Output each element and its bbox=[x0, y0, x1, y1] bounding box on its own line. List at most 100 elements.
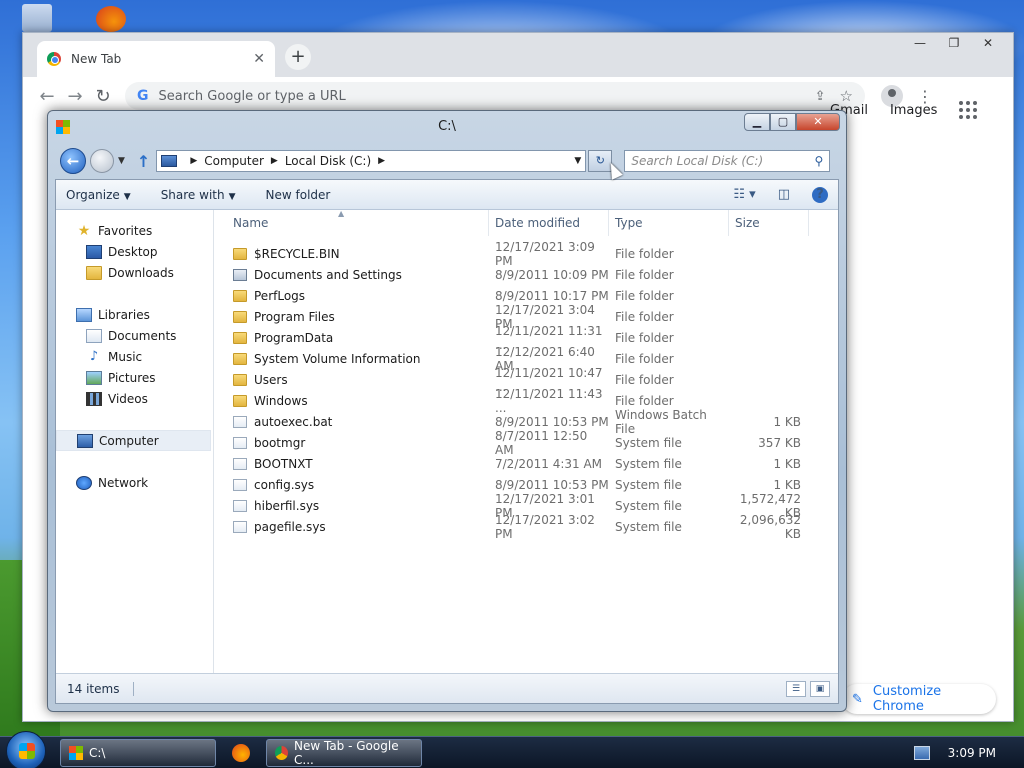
file-row[interactable]: Windows 12/11/2021 11:43 ... File folder bbox=[215, 387, 838, 415]
network-tray-icon[interactable] bbox=[913, 745, 930, 760]
file-date: 8/9/2011 10:53 PM bbox=[495, 477, 609, 492]
breadcrumb-chevron-icon[interactable]: ▶ bbox=[271, 156, 278, 166]
firefox-desktop-icon[interactable] bbox=[96, 6, 126, 32]
nav-music[interactable]: ♪ Music bbox=[56, 346, 213, 367]
nav-network[interactable]: Network bbox=[56, 472, 213, 493]
explorer-title-bar[interactable]: C:\ ▁ ▢ ✕ bbox=[48, 111, 846, 141]
explorer-close-button[interactable]: ✕ bbox=[796, 113, 840, 131]
search-input[interactable]: Search Local Disk (C:) ⚲ bbox=[624, 150, 831, 172]
file-type: File folder bbox=[615, 309, 674, 324]
file-name: Users bbox=[254, 372, 288, 387]
file-row[interactable]: Documents and Settings 8/9/2011 10:09 PM F… bbox=[215, 264, 838, 285]
recycle-bin-icon[interactable] bbox=[22, 4, 52, 32]
omnibox-input[interactable]: Search Google or type a URL bbox=[159, 89, 807, 104]
file-row[interactable]: bootmgr 8/7/2011 12:50 AM System file 357 K… bbox=[215, 429, 838, 457]
file-type: System file bbox=[615, 435, 682, 450]
google-g-icon: G bbox=[137, 88, 149, 104]
customize-chrome-button[interactable]: ✎ Customize Chrome bbox=[842, 684, 996, 714]
file-icon bbox=[233, 415, 247, 428]
address-dropdown-icon[interactable]: ▼ bbox=[574, 156, 581, 166]
tab-close-icon[interactable]: ✕ bbox=[253, 51, 265, 67]
breadcrumb-local-disk[interactable]: Local Disk (C:) bbox=[285, 154, 371, 168]
preview-pane-icon[interactable]: ◫ bbox=[778, 187, 790, 202]
details-view-icon[interactable]: ☰ bbox=[786, 680, 806, 697]
navigation-pane: ★ Favorites Desktop Downloads Libraries … bbox=[56, 210, 214, 673]
nav-computer[interactable]: Computer bbox=[56, 430, 211, 451]
recent-pages-chevron-icon[interactable]: ▼ bbox=[118, 156, 125, 166]
folder-icon bbox=[233, 373, 247, 386]
change-view-icon[interactable]: ☷ ▾ bbox=[733, 187, 755, 202]
explorer-minimize-button[interactable]: ▁ bbox=[744, 113, 770, 131]
chrome-close-button[interactable]: ✕ bbox=[971, 33, 1005, 55]
chrome-maximize-button[interactable]: ❐ bbox=[937, 33, 971, 55]
taskbar-chrome-button[interactable]: New Tab - Google C... bbox=[266, 738, 422, 767]
breadcrumb-computer[interactable]: Computer bbox=[204, 154, 264, 168]
forward-arrow-icon[interactable]: → bbox=[61, 86, 89, 107]
file-name: config.sys bbox=[254, 477, 315, 492]
view-tools: ☷ ▾ ◫ ? bbox=[711, 186, 828, 203]
share-with-button[interactable]: Share with ▼ bbox=[161, 188, 236, 202]
google-apps-icon[interactable] bbox=[959, 101, 978, 119]
file-name: System Volume Information bbox=[254, 351, 421, 366]
file-row[interactable]: BOOTNXT 7/2/2011 4:31 AM System file 1 KB bbox=[215, 453, 838, 474]
column-header-name[interactable]: ▲ Name bbox=[215, 209, 489, 236]
share-icon[interactable]: ⇪ bbox=[815, 89, 826, 104]
nav-videos[interactable]: Videos bbox=[56, 388, 213, 409]
chrome-tab-strip: New Tab ✕ + — ❐ ✕ bbox=[23, 33, 1013, 77]
breadcrumb-chevron-icon[interactable]: ▶ bbox=[378, 156, 385, 166]
file-icon bbox=[233, 478, 247, 491]
column-header-type[interactable]: Type bbox=[609, 210, 729, 236]
nav-favorites[interactable]: ★ Favorites bbox=[56, 220, 213, 241]
folder-icon bbox=[233, 247, 247, 260]
breadcrumb-chevron-icon[interactable]: ▶ bbox=[190, 156, 197, 166]
file-size: 1 KB bbox=[773, 456, 801, 471]
taskbar-explorer-button[interactable]: C:\ bbox=[60, 738, 216, 767]
chrome-minimize-button[interactable]: — bbox=[903, 33, 937, 55]
column-header-size[interactable]: Size bbox=[729, 210, 809, 236]
chrome-tab-new-tab[interactable]: New Tab ✕ bbox=[37, 41, 275, 77]
file-size: 1 KB bbox=[773, 477, 801, 492]
search-icon[interactable]: ⚲ bbox=[815, 154, 824, 168]
images-link[interactable]: Images bbox=[890, 103, 938, 118]
file-list-pane: ▲ Name Date modified Type Size $RECYCLE.B… bbox=[215, 209, 838, 673]
file-icon bbox=[233, 520, 247, 533]
nav-documents[interactable]: Documents bbox=[56, 325, 213, 346]
nav-libraries[interactable]: Libraries bbox=[56, 304, 213, 325]
file-date: 7/2/2011 4:31 AM bbox=[495, 456, 603, 471]
file-icon bbox=[233, 436, 247, 449]
taskbar-firefox-button[interactable] bbox=[222, 739, 260, 767]
new-tab-button[interactable]: + bbox=[285, 44, 311, 70]
file-row[interactable]: pagefile.sys 12/17/2021 3:02 PM System fil… bbox=[215, 513, 838, 541]
command-bar: Organize ▼ Share with ▼ New folder ☷ ▾ ◫ ? bbox=[56, 180, 838, 210]
reload-icon[interactable]: ↻ bbox=[89, 86, 117, 107]
nav-pictures[interactable]: Pictures bbox=[56, 367, 213, 388]
large-icons-view-icon[interactable]: ▣ bbox=[810, 680, 830, 697]
file-name: hiberfil.sys bbox=[254, 498, 320, 513]
help-icon[interactable]: ? bbox=[812, 186, 828, 203]
pictures-icon bbox=[86, 370, 102, 385]
file-name: $RECYCLE.BIN bbox=[254, 246, 340, 261]
file-date: 12/17/2021 3:02 PM bbox=[495, 512, 595, 541]
clock[interactable]: 3:09 PM bbox=[948, 746, 996, 760]
start-button-icon[interactable] bbox=[6, 730, 46, 768]
favorites-star-icon: ★ bbox=[77, 222, 91, 239]
address-bar[interactable]: ▶ Computer ▶ Local Disk (C:) ▶ ▼ bbox=[156, 150, 587, 172]
back-button-icon[interactable]: ← bbox=[60, 148, 86, 174]
column-header-date[interactable]: Date modified bbox=[489, 210, 609, 236]
file-list: $RECYCLE.BIN 12/17/2021 3:09 PM File folde… bbox=[215, 240, 838, 541]
up-arrow-icon[interactable]: ↑ bbox=[137, 152, 150, 171]
folder-icon bbox=[233, 289, 247, 302]
omnibox[interactable]: G Search Google or type a URL ⇪ ☆ bbox=[125, 82, 865, 110]
forward-button-icon[interactable] bbox=[90, 149, 114, 173]
nav-downloads[interactable]: Downloads bbox=[56, 262, 213, 283]
file-type: File folder bbox=[615, 267, 674, 282]
explorer-window-controls: ▁ ▢ ✕ bbox=[744, 113, 840, 131]
file-type: System file bbox=[615, 456, 682, 471]
back-arrow-icon[interactable]: ← bbox=[33, 86, 61, 107]
nav-desktop[interactable]: Desktop bbox=[56, 241, 213, 262]
explorer-maximize-button[interactable]: ▢ bbox=[770, 113, 796, 131]
file-type: Windows Batch File bbox=[615, 407, 707, 436]
new-folder-button[interactable]: New folder bbox=[266, 188, 331, 202]
file-row[interactable]: $RECYCLE.BIN 12/17/2021 3:09 PM File folde… bbox=[215, 240, 838, 268]
organize-button[interactable]: Organize ▼ bbox=[66, 188, 131, 202]
